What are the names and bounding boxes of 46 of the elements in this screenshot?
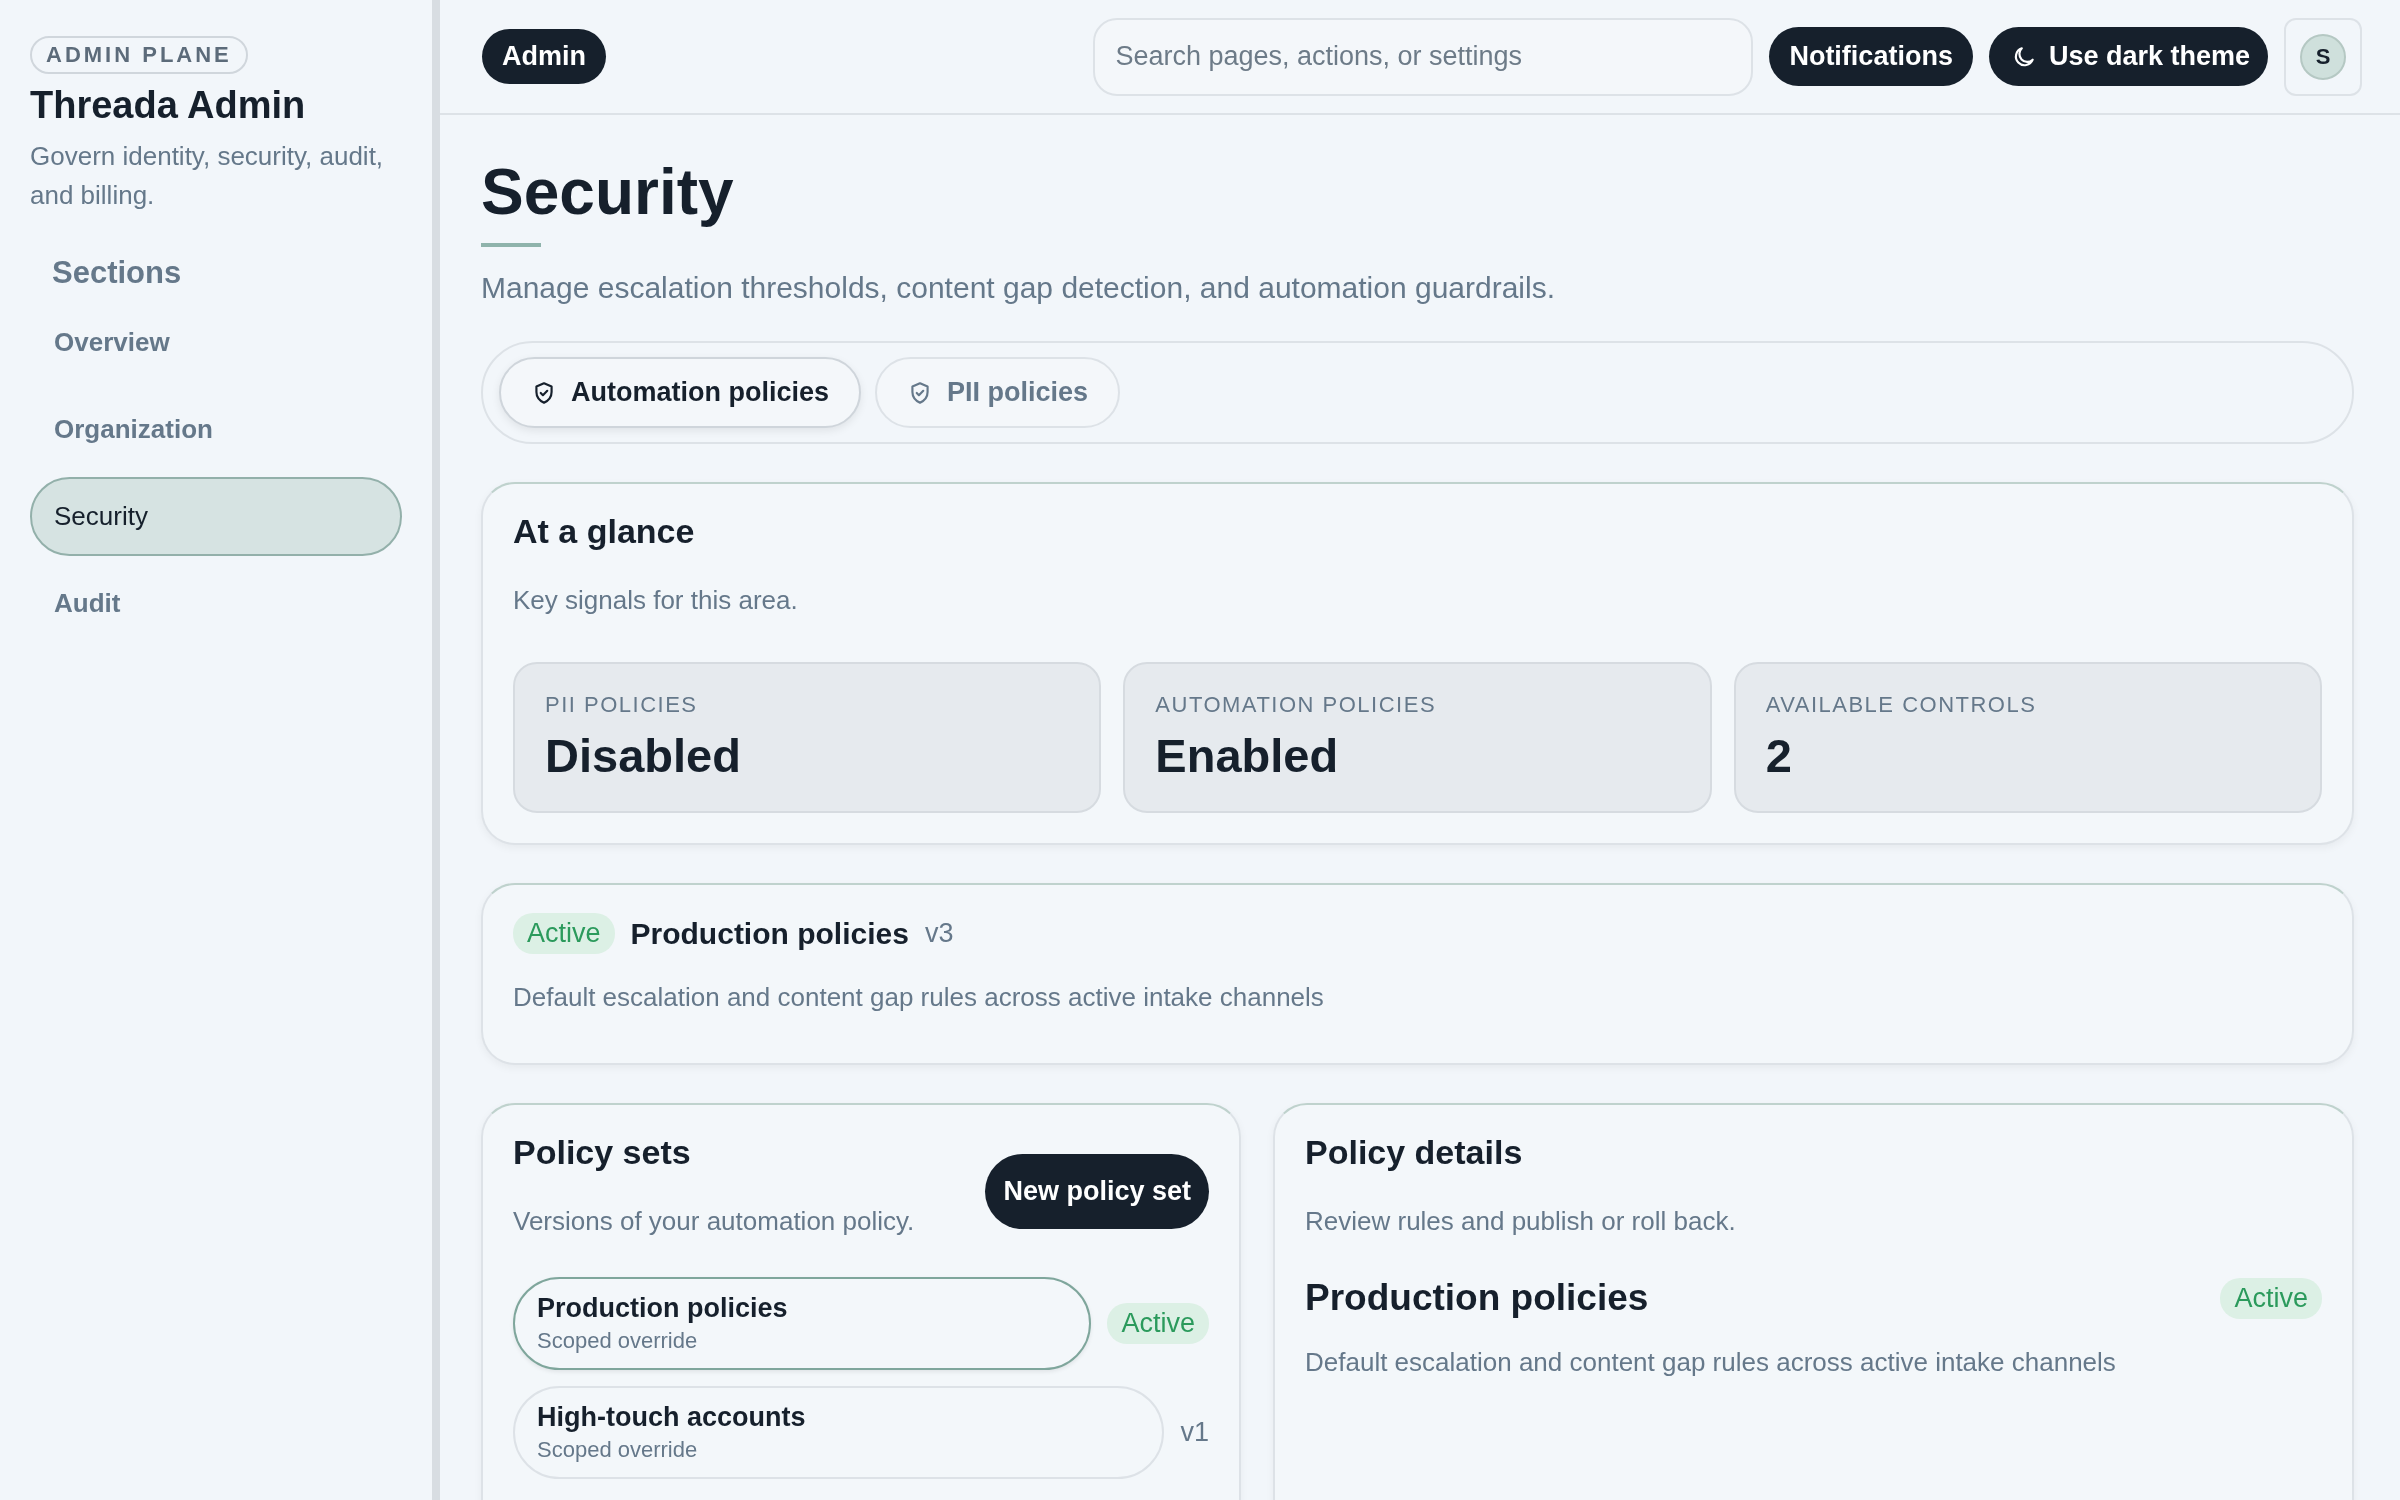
card-subtitle: Key signals for this area. <box>513 585 799 616</box>
policy-version: v3 <box>924 918 954 949</box>
card-title: Policy details <box>1305 1133 1524 1172</box>
policy-name: Production policies <box>630 916 909 951</box>
status-badge: Active <box>1107 1303 1209 1344</box>
avatar-button[interactable]: S <box>2284 17 2362 96</box>
policy-description: Default escalation and content gap rules across active intake channels <box>513 982 1325 1013</box>
tab[interactable]: PII policies <box>875 357 1121 428</box>
policy-description: Default escalation and content gap rules across active intake channels <box>1305 1347 2117 1378</box>
new-policy-set-button[interactable]: New policy set <box>985 1154 1209 1229</box>
policy-set-name: High-touch accounts <box>537 1402 807 1433</box>
avatar: S <box>2300 33 2346 80</box>
admin-plane-badge: ADMIN PLANE <box>30 36 248 74</box>
stat-value: 2 <box>1765 728 1793 783</box>
notifications-button[interactable]: Notifications <box>1769 27 1973 86</box>
stat-label: AVAILABLE CONTROLS <box>1765 692 2038 718</box>
policy-set-name: Production policies <box>537 1293 789 1324</box>
policy-version: v1 <box>1180 1417 1209 1448</box>
page-description: Manage escalation thresholds, content gap detection, and automation guardrails. <box>481 271 1557 305</box>
policy-name: Production policies <box>1305 1277 1649 1319</box>
sidebar-item[interactable]: Organization <box>30 390 402 469</box>
page-title: Security <box>481 155 735 229</box>
stat-label: AUTOMATION POLICIES <box>1155 692 1438 718</box>
role-badge: Admin <box>482 29 606 84</box>
stat-value: Disabled <box>545 728 742 783</box>
stat-label: PII POLICIES <box>545 692 699 718</box>
sidebar-item[interactable]: Overview <box>30 303 402 382</box>
search-field[interactable]: Search pages, actions, or settings <box>1093 17 1754 96</box>
card-subtitle: Review rules and publish or roll back. <box>1305 1206 1737 1237</box>
stat-value: Enabled <box>1155 728 1340 783</box>
policy-set-item[interactable]: High-touch accounts Scoped override <box>513 1386 1165 1479</box>
policy-set-item[interactable]: Production policies Scoped override <box>513 1277 1092 1370</box>
sections-heading: Sections <box>52 255 183 291</box>
app-subtitle: Govern identity, security, audit, and billing. <box>30 140 385 212</box>
theme-button[interactable]: Use dark theme <box>1988 27 2268 86</box>
policy-set-subtitle: Scoped override <box>537 1328 699 1354</box>
status-badge: Active <box>513 913 615 954</box>
status-badge: Active <box>2220 1277 2322 1319</box>
card-subtitle: Versions of your automation policy. <box>513 1206 915 1237</box>
app-title: Threada Admin <box>30 84 307 127</box>
card-title: At a glance <box>513 512 696 551</box>
tab[interactable]: Automation policies <box>499 357 862 428</box>
sidebar-item[interactable]: Audit <box>30 564 402 643</box>
card-title: Policy sets <box>513 1133 692 1172</box>
sidebar-item[interactable]: Security <box>30 477 402 556</box>
policy-set-subtitle: Scoped override <box>537 1437 699 1463</box>
